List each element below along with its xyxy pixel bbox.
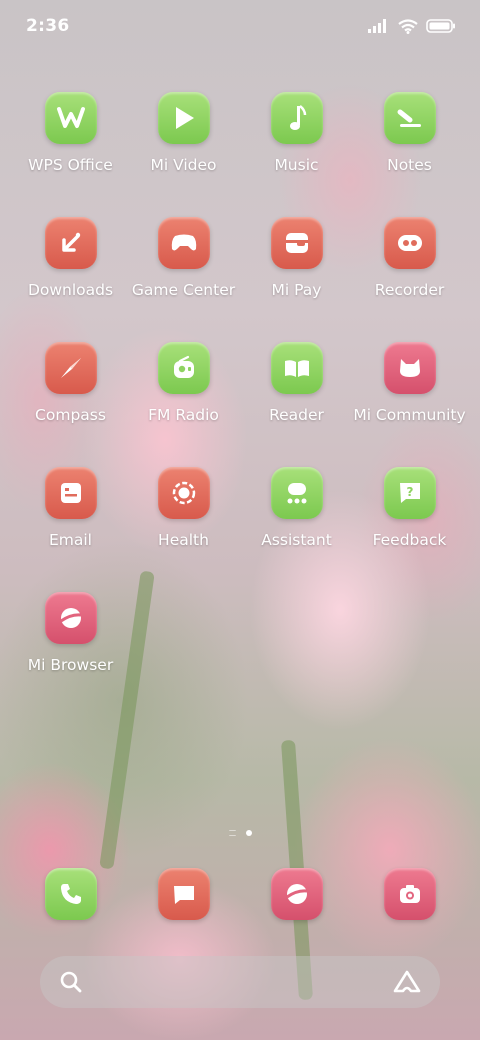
app-label: Music	[274, 156, 319, 174]
app-label: Mi Browser	[27, 656, 114, 674]
browser-planet-icon[interactable]	[44, 592, 97, 644]
app-label: Compass	[35, 406, 106, 424]
page-dot-1[interactable]	[228, 830, 236, 836]
app-wps-office[interactable]: WPS Office	[14, 92, 127, 192]
app-game-center[interactable]: Game Center	[127, 217, 240, 317]
book-icon[interactable]	[270, 342, 323, 394]
search-icon[interactable]	[58, 969, 84, 995]
app-label: Mi Community	[353, 406, 466, 424]
app-label: Notes	[387, 156, 432, 174]
app-music[interactable]: Music	[240, 92, 353, 192]
messages-icon[interactable]	[157, 868, 210, 920]
community-bunny-icon[interactable]	[383, 342, 436, 394]
assistant-icon[interactable]	[270, 467, 323, 519]
app-recorder[interactable]: Recorder	[353, 217, 466, 317]
page-indicator[interactable]	[0, 830, 480, 836]
radio-icon[interactable]	[157, 342, 210, 394]
status-icons	[368, 18, 456, 34]
app-label: Feedback	[372, 531, 447, 549]
app-mi-pay[interactable]: Mi Pay	[240, 217, 353, 317]
app-label: WPS Office	[28, 156, 113, 174]
compass-needle-icon[interactable]	[44, 342, 97, 394]
svg-text:?: ?	[406, 485, 413, 499]
app-label: Email	[48, 531, 92, 549]
wallet-icon[interactable]	[270, 217, 323, 269]
health-ring-icon[interactable]	[157, 467, 210, 519]
play-icon[interactable]	[157, 92, 210, 144]
status-bar: 2:36	[0, 0, 480, 52]
download-arrow-icon[interactable]	[44, 217, 97, 269]
dock-browser[interactable]	[240, 868, 353, 920]
app-mi-video[interactable]: Mi Video	[127, 92, 240, 192]
app-health[interactable]: Health	[127, 467, 240, 567]
assistant-triangle-icon[interactable]	[392, 969, 422, 995]
browser-planet-icon[interactable]	[270, 868, 323, 920]
app-label: Health	[158, 531, 209, 549]
notes-pen-icon[interactable]	[383, 92, 436, 144]
search-bar[interactable]	[40, 956, 440, 1008]
app-label: Assistant	[261, 531, 332, 549]
feedback-question-icon[interactable]: ?	[383, 467, 436, 519]
app-label: Recorder	[374, 281, 445, 299]
dock	[14, 868, 466, 920]
app-mi-community[interactable]: Mi Community	[353, 342, 466, 442]
app-fm-radio[interactable]: FM Radio	[127, 342, 240, 442]
app-label: Reader	[269, 406, 324, 424]
app-email[interactable]: Email	[14, 467, 127, 567]
app-label: Mi Pay	[271, 281, 322, 299]
gamepad-icon[interactable]	[157, 217, 210, 269]
wifi-icon	[398, 18, 418, 34]
app-reader[interactable]: Reader	[240, 342, 353, 442]
app-downloads[interactable]: Downloads	[14, 217, 127, 317]
dock-messages[interactable]	[127, 868, 240, 920]
app-mi-browser[interactable]: Mi Browser	[14, 592, 127, 692]
app-notes[interactable]: Notes	[353, 92, 466, 192]
dock-camera[interactable]	[353, 868, 466, 920]
app-grid: WPS Office Mi Video Music Notes Download…	[14, 92, 466, 692]
signal-icon	[368, 19, 386, 33]
recorder-icon[interactable]	[383, 217, 436, 269]
music-note-icon[interactable]	[270, 92, 323, 144]
app-label: Game Center	[131, 281, 236, 299]
email-icon[interactable]	[44, 467, 97, 519]
app-feedback[interactable]: ? Feedback	[353, 467, 466, 567]
app-label: FM Radio	[148, 406, 219, 424]
page-dot-2-active[interactable]	[245, 830, 252, 836]
app-compass[interactable]: Compass	[14, 342, 127, 442]
app-label: Mi Video	[150, 156, 217, 174]
app-assistant[interactable]: Assistant	[240, 467, 353, 567]
status-time: 2:36	[26, 16, 70, 36]
app-label: Downloads	[27, 281, 114, 299]
dock-phone[interactable]	[14, 868, 127, 920]
phone-icon[interactable]	[44, 868, 97, 920]
wps-office-icon[interactable]	[44, 92, 97, 144]
battery-icon	[426, 19, 455, 33]
camera-icon[interactable]	[383, 868, 436, 920]
